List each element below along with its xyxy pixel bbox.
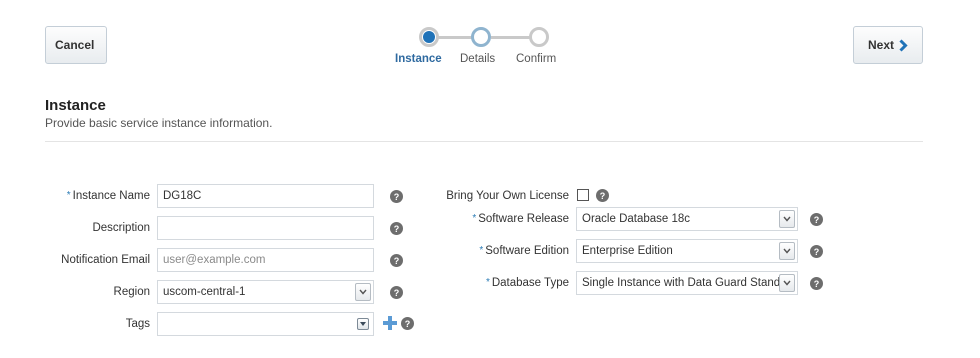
software-edition-label: * Software Edition	[479, 245, 569, 257]
database-type-value: Single Instance with Data Guard Standby	[582, 277, 793, 289]
region-select[interactable]: uscom-central-1	[157, 280, 374, 304]
help-icon[interactable]: ?	[596, 189, 609, 202]
section-title: Instance	[45, 97, 106, 114]
byol-label: Bring Your Own License	[446, 190, 569, 202]
train-label-confirm[interactable]: Confirm	[516, 53, 556, 65]
software-edition-select[interactable]: Enterprise Edition	[576, 239, 798, 263]
train-connector	[491, 36, 531, 39]
tags-input[interactable]	[157, 312, 374, 336]
database-type-label: * Database Type	[485, 277, 569, 289]
help-icon[interactable]: ?	[810, 277, 823, 290]
required-marker: *	[66, 190, 71, 201]
byol-checkbox[interactable]	[577, 189, 589, 201]
software-edition-value: Enterprise Edition	[582, 245, 673, 257]
chevron-down-icon[interactable]	[779, 242, 795, 260]
description-input[interactable]	[157, 216, 374, 240]
help-icon[interactable]: ?	[810, 213, 823, 226]
step-train: Instance Details Confirm	[395, 26, 565, 70]
cancel-button[interactable]: Cancel	[45, 26, 107, 64]
train-stop-instance[interactable]	[419, 27, 439, 47]
plus-icon[interactable]	[383, 316, 397, 330]
notification-email-label: Notification Email	[61, 254, 150, 266]
instance-name-label: * Instance Name	[66, 190, 150, 202]
help-icon[interactable]: ?	[390, 286, 403, 299]
description-label: Description	[92, 222, 150, 234]
help-icon[interactable]: ?	[390, 190, 403, 203]
next-button-label: Next	[867, 38, 894, 52]
tags-dropdown-icon[interactable]	[357, 318, 369, 330]
chevron-down-icon[interactable]	[779, 210, 795, 228]
chevron-down-icon[interactable]	[779, 274, 795, 292]
chevron-right-icon	[899, 38, 908, 52]
software-release-label: * Software Release	[472, 213, 569, 225]
region-label: Region	[113, 286, 150, 298]
notification-email-input[interactable]	[157, 248, 374, 272]
region-value: uscom-central-1	[163, 286, 246, 298]
help-icon[interactable]: ?	[810, 245, 823, 258]
database-type-select[interactable]: Single Instance with Data Guard Standby	[576, 271, 798, 295]
train-label-instance[interactable]: Instance	[395, 53, 442, 65]
help-icon[interactable]: ?	[401, 317, 414, 330]
software-release-value: Oracle Database 18c	[582, 213, 691, 225]
next-button[interactable]: Next	[853, 26, 923, 64]
required-marker: *	[472, 213, 477, 224]
cancel-button-label: Cancel	[55, 38, 95, 52]
instance-name-input[interactable]	[157, 184, 374, 208]
tags-label: Tags	[125, 318, 150, 330]
chevron-down-icon[interactable]	[355, 283, 371, 301]
train-stop-details[interactable]	[471, 27, 491, 47]
required-marker: *	[479, 245, 484, 256]
train-label-details[interactable]: Details	[460, 53, 495, 65]
required-marker: *	[485, 277, 490, 288]
section-subtitle: Provide basic service instance informati…	[45, 116, 273, 130]
train-stop-confirm[interactable]	[529, 27, 549, 47]
section-divider	[45, 141, 923, 142]
software-release-select[interactable]: Oracle Database 18c	[576, 207, 798, 231]
help-icon[interactable]: ?	[390, 222, 403, 235]
help-icon[interactable]: ?	[390, 254, 403, 267]
